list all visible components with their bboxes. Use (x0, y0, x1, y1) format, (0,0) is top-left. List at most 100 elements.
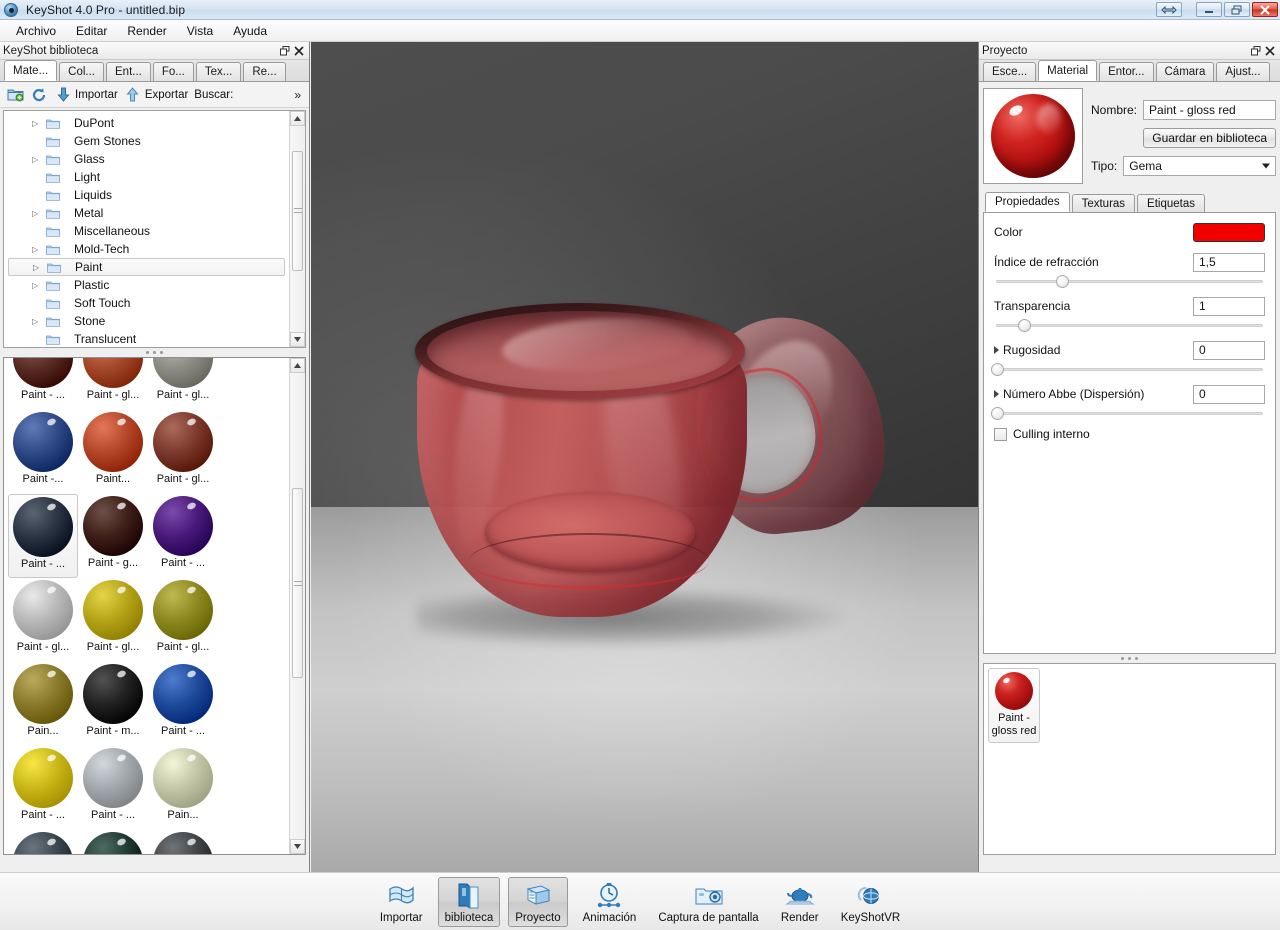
property-slider[interactable] (994, 317, 1265, 333)
expand-chevron-icon[interactable]: ▷ (32, 209, 42, 218)
tree-item-miscellaneous[interactable]: ▷Miscellaneous (4, 222, 289, 240)
add-folder-icon[interactable] (6, 86, 24, 104)
library-splitter[interactable] (0, 348, 309, 357)
tab-texturas[interactable]: Tex... (195, 62, 242, 81)
material-swatch[interactable]: Paint - gl... (78, 358, 148, 410)
material-name-input[interactable]: Paint - gloss red (1143, 100, 1276, 120)
expand-chevron-icon[interactable] (994, 390, 999, 398)
material-swatch[interactable]: Paint - ... (8, 358, 78, 410)
subtab-propiedades[interactable]: Propiedades (985, 192, 1070, 212)
tab-materiales[interactable]: Mate... (4, 60, 58, 81)
menu-ayuda[interactable]: Ayuda (223, 22, 277, 40)
tab-material[interactable]: Material (1038, 60, 1098, 81)
expand-chevron-icon[interactable]: ▷ (33, 263, 43, 272)
culling-interno-row[interactable]: Culling interno (994, 427, 1265, 441)
swatch-scroll-thumb[interactable] (292, 488, 303, 678)
close-icon[interactable] (1263, 44, 1277, 58)
culling-interno-checkbox[interactable] (994, 427, 1007, 441)
toolbar-overflow-chevron-icon[interactable]: » (294, 88, 303, 102)
project-splitter[interactable] (979, 654, 1280, 663)
material-preview[interactable] (983, 88, 1083, 184)
expand-chevron-icon[interactable]: ▷ (32, 119, 42, 128)
refresh-icon[interactable] (30, 86, 48, 104)
material-swatch[interactable]: Paint - gl... (148, 358, 218, 410)
property-slider[interactable] (994, 273, 1265, 289)
property-value-input[interactable]: 1 (1193, 296, 1265, 316)
color-picker-swatch[interactable] (1193, 222, 1265, 242)
dock-biblioteca[interactable]: biblioteca (437, 876, 501, 927)
property-slider[interactable] (990, 405, 1265, 421)
swatch-scrollbar[interactable] (289, 358, 305, 854)
scroll-down-icon[interactable] (290, 332, 305, 347)
expand-chevron-icon[interactable] (994, 346, 999, 354)
minimize-icon[interactable] (1196, 2, 1222, 17)
tab-colores[interactable]: Col... (59, 62, 104, 81)
dock-animacion[interactable]: Animación (576, 877, 644, 927)
tree-item-stone[interactable]: ▷ Stone (4, 312, 289, 330)
slider-handle[interactable] (990, 363, 1004, 376)
save-to-library-button[interactable]: Guardar en biblioteca (1143, 128, 1276, 148)
material-swatch[interactable]: Paint - ... (8, 830, 78, 854)
subtab-etiquetas[interactable]: Etiquetas (1137, 194, 1205, 212)
tree-item-translucent[interactable]: ▷Translucent (4, 330, 289, 347)
tree-item-metal[interactable]: ▷ Metal (4, 204, 289, 222)
tree-scrollbar[interactable] (289, 111, 305, 347)
maximize-icon[interactable] (1224, 2, 1250, 17)
property-value-input[interactable]: 0 (1193, 384, 1265, 404)
expand-chevron-icon[interactable]: ▷ (32, 281, 42, 290)
material-swatch[interactable]: Paint - ... (148, 662, 218, 746)
dock-proyecto[interactable]: Proyecto (508, 876, 568, 927)
scroll-up-icon[interactable] (290, 111, 305, 126)
material-swatch[interactable]: Pain... (148, 746, 218, 830)
restore-icon[interactable] (1249, 44, 1263, 58)
material-swatch[interactable]: Paint... (78, 410, 148, 494)
expand-chevron-icon[interactable]: ▷ (32, 317, 42, 326)
tree-item-paint[interactable]: ▷ Paint (8, 258, 285, 276)
tab-escena[interactable]: Esce... (983, 62, 1037, 81)
tab-ajustes[interactable]: Ajust... (1216, 62, 1270, 81)
slider-handle[interactable] (1055, 275, 1069, 288)
slider-handle[interactable] (1017, 319, 1031, 332)
close-icon[interactable] (1252, 2, 1278, 17)
material-swatch[interactable]: Paint -... (8, 410, 78, 494)
menu-render[interactable]: Render (117, 22, 176, 40)
material-swatch[interactable]: Paint - ... (8, 494, 78, 578)
tree-scroll-thumb[interactable] (292, 151, 303, 271)
tab-entornos[interactable]: Ent... (106, 62, 151, 81)
expand-chevron-icon[interactable]: ▷ (32, 155, 42, 164)
resize-icon[interactable] (1156, 2, 1182, 17)
tree-item-gem-stones[interactable]: ▷Gem Stones (4, 132, 289, 150)
scroll-down-icon[interactable] (290, 839, 305, 854)
material-swatch[interactable]: Paint - gl... (148, 578, 218, 662)
dock-render[interactable]: Render (774, 877, 826, 927)
menu-vista[interactable]: Vista (177, 22, 223, 40)
tree-item-liquids[interactable]: ▷Liquids (4, 186, 289, 204)
material-swatch[interactable]: Paint - ... (8, 746, 78, 830)
dock-importar[interactable]: Importar (373, 877, 430, 927)
material-swatch[interactable]: Paint - gl... (148, 410, 218, 494)
property-value-input[interactable]: 0 (1193, 340, 1265, 360)
glass-cup-model[interactable] (407, 297, 893, 657)
tab-camara[interactable]: Cámara (1155, 62, 1215, 81)
tree-item-light[interactable]: ▷Light (4, 168, 289, 186)
tab-recursos[interactable]: Re... (243, 62, 286, 81)
import-button[interactable]: Importar (54, 86, 118, 104)
expand-chevron-icon[interactable]: ▷ (32, 245, 42, 254)
scroll-up-icon[interactable] (290, 358, 305, 373)
material-swatch[interactable]: Paint - gl... (78, 578, 148, 662)
tab-fondos[interactable]: Fo... (152, 62, 194, 81)
tree-item-glass[interactable]: ▷ Glass (4, 150, 289, 168)
close-icon[interactable] (292, 44, 306, 58)
material-swatch[interactable]: Paint - ... (78, 746, 148, 830)
material-swatch[interactable]: Pain... (8, 662, 78, 746)
subtab-texturas[interactable]: Texturas (1071, 194, 1136, 212)
tree-item-soft-touch[interactable]: ▷Soft Touch (4, 294, 289, 312)
property-slider[interactable] (990, 361, 1265, 377)
slider-handle[interactable] (990, 407, 1004, 420)
material-type-select[interactable]: Gema (1123, 156, 1276, 176)
menu-archivo[interactable]: Archivo (6, 22, 66, 40)
material-swatch[interactable]: Paint - ... (148, 830, 218, 854)
material-swatch[interactable]: Paint - gl... (8, 578, 78, 662)
render-viewport[interactable] (311, 42, 978, 872)
property-value-input[interactable]: 1,5 (1193, 252, 1265, 272)
